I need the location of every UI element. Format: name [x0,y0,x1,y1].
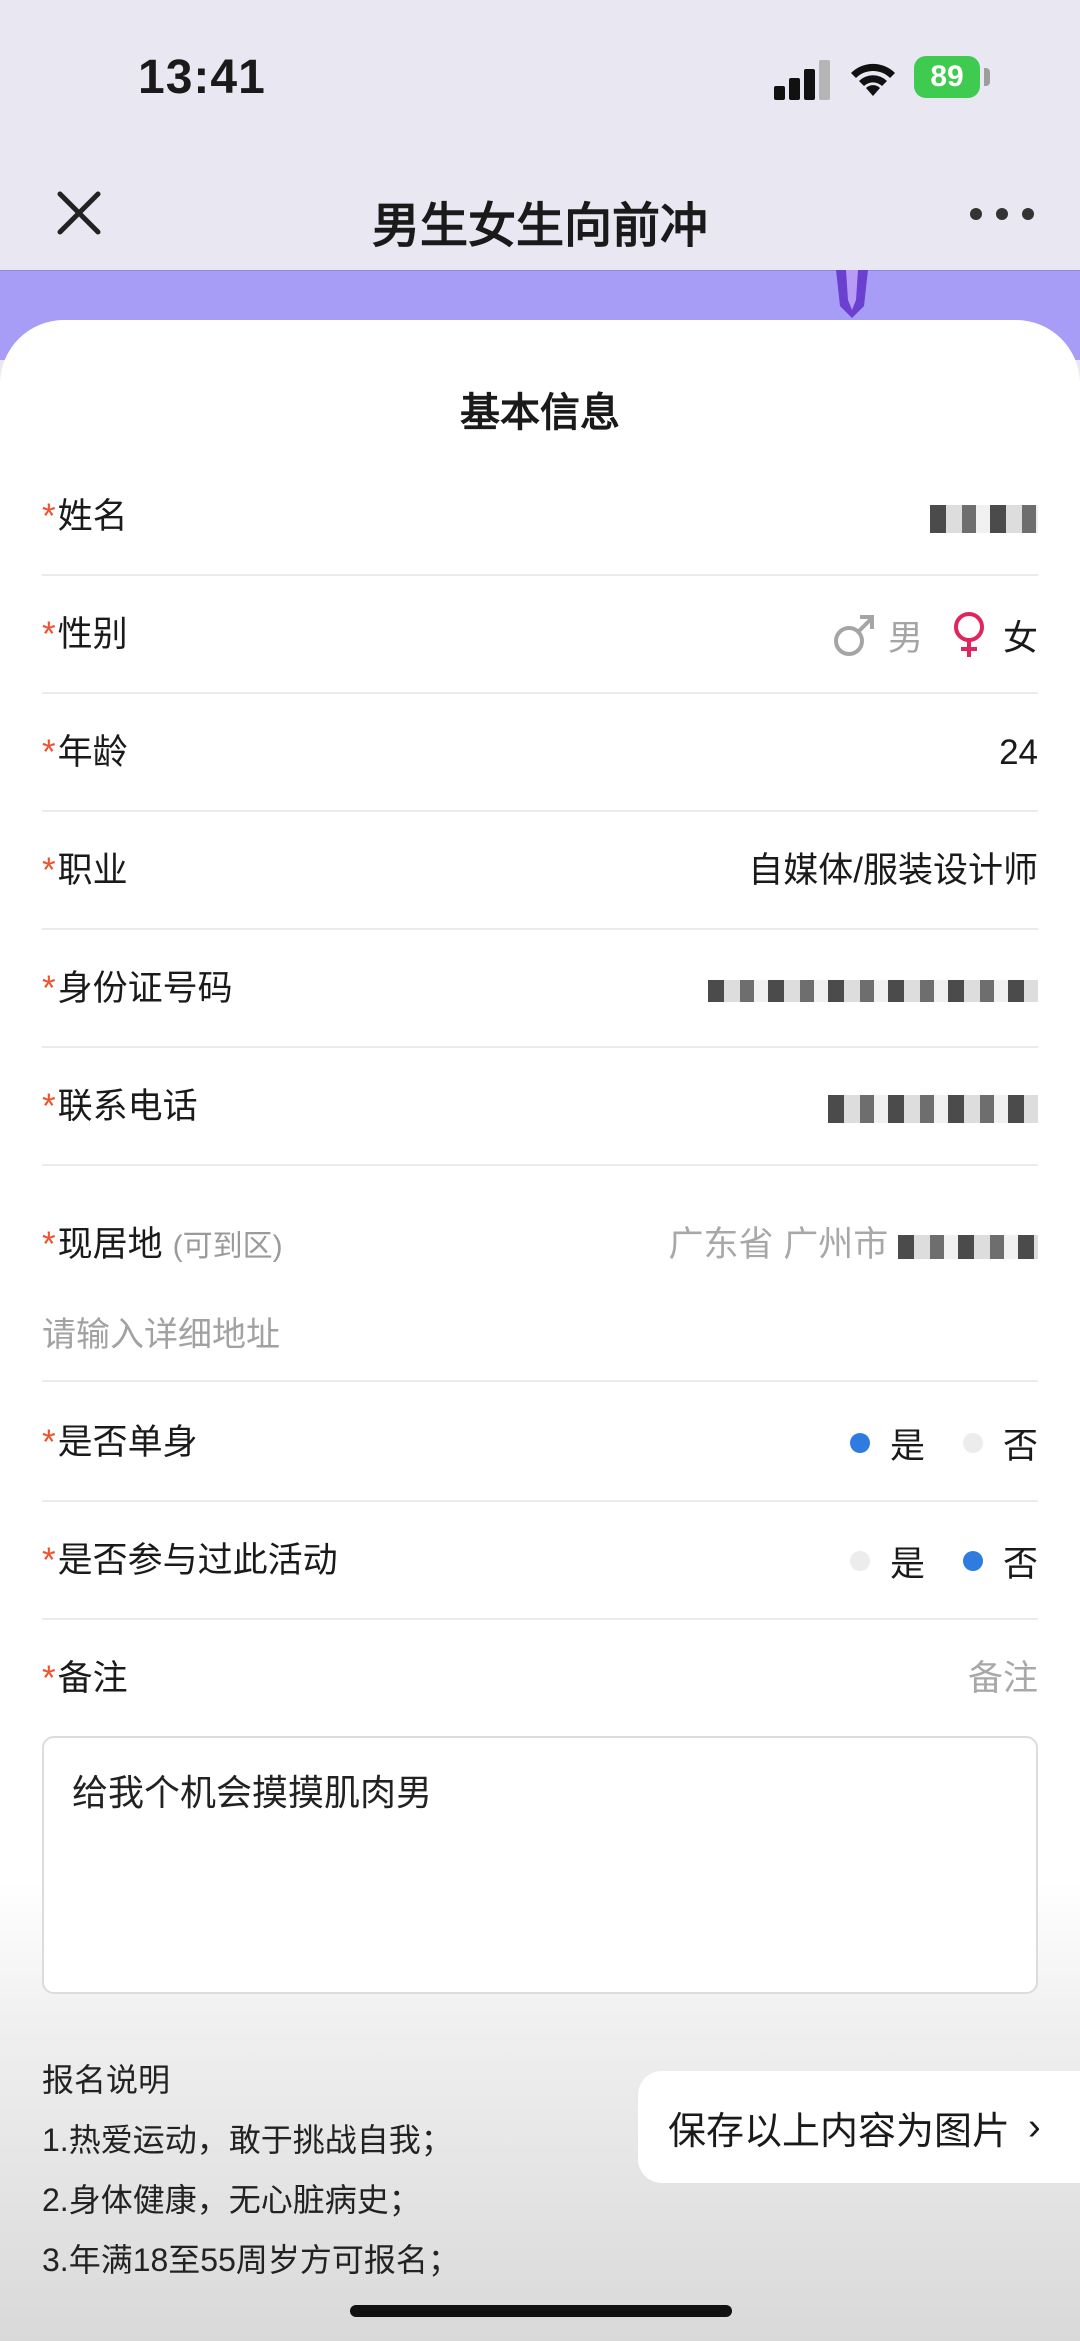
phone-value-redacted [828,1048,1038,1166]
battery-level: 89 [930,60,964,93]
battery-cap [984,68,990,86]
single-option-yes[interactable]: 是 [849,1418,925,1469]
save-as-image-label: 保存以上内容为图片 [668,2110,1011,2153]
age-value[interactable]: 24 [999,694,1038,812]
required-mark: * [42,497,56,536]
chevron-right-icon: › [1028,2105,1041,2148]
section-title: 基本信息 [460,391,620,435]
job-row[interactable]: *职业 自媒体/服装设计师 [42,812,1038,930]
radio-dot[interactable] [849,1551,870,1571]
job-label: *职业 [42,851,128,890]
phone-label: *联系电话 [42,1087,198,1126]
remark-placeholder: 备注 [967,1659,1038,1698]
radio-dot-selected[interactable] [849,1433,870,1453]
gender-selector: 男 女 [832,576,1038,694]
gender-label: *性别 [42,615,128,654]
name-row[interactable]: *姓名 [42,458,1038,576]
gender-option-male[interactable]: 男 [888,610,923,661]
age-row[interactable]: *年龄 24 [42,694,1038,812]
battery-icon: 89 [914,56,980,98]
id-number-value-redacted [708,930,1038,1048]
address-region-value: 广东省 广州市 [668,1225,889,1264]
male-symbol-icon[interactable] [832,611,876,659]
single-row: *是否单身 是 否 [42,1384,1038,1502]
joined-before-label: *是否参与过此活动 [42,1541,338,1580]
cellular-signal-icon [774,58,830,100]
age-label: *年龄 [42,733,128,772]
address-detail-input[interactable] [42,1310,1038,1360]
radio-dot-selected[interactable] [962,1551,983,1571]
single-radio-group: 是 否 [849,1384,1038,1502]
notes-title: 报名说明 [42,2062,171,2098]
name-label: *姓名 [42,497,128,536]
radio-dot[interactable] [962,1433,983,1453]
phone-row[interactable]: *联系电话 [42,1048,1038,1166]
gem-ornament-icon [836,270,868,318]
name-value-redacted [930,458,1038,576]
remark-label: *备注 [42,1659,128,1698]
gender-option-female[interactable]: 女 [1003,610,1038,661]
address-region-picker[interactable]: 广东省 广州市 [669,1186,1038,1304]
address-label: *现居地 (可到区) [42,1225,283,1264]
notes-item: 3.年满18至55周岁方可报名； [42,2242,460,2278]
single-option-no[interactable]: 否 [962,1418,1038,1469]
page-title: 男生女生向前冲 [371,200,708,253]
notes-item: 1.热爱运动，敢于挑战自我； [42,2122,453,2158]
gender-row: *性别 男 女 [42,576,1038,694]
female-symbol-icon[interactable] [947,611,991,659]
save-as-image-button[interactable]: 保存以上内容为图片 › [638,2071,1080,2183]
id-number-row[interactable]: *身份证号码 [42,930,1038,1048]
registration-notes: 报名说明 1.热爱运动，敢于挑战自我； 2.身体健康，无心脏病史； 3.年满18… [42,2050,460,2290]
id-number-label: *身份证号码 [42,969,233,1008]
joined-before-option-yes[interactable]: 是 [849,1536,925,1587]
joined-before-row: *是否参与过此活动 是 否 [42,1502,1038,1620]
more-options-icon[interactable] [970,194,1034,234]
joined-before-radio-group: 是 否 [849,1502,1038,1620]
form-card: 基本信息 *姓名 *性别 男 女 *年龄 24 *职业 自媒体/服装设计师 *身… [0,320,1080,2341]
status-time: 13:41 [138,51,266,104]
home-indicator[interactable] [350,2305,732,2317]
wifi-icon [851,63,895,96]
remark-textarea[interactable]: 给我个机会摸摸肌肉男 [42,1736,1038,1994]
address-row: *现居地 (可到区) 广东省 广州市 [42,1186,1038,1382]
nav-bar: 男生女生向前冲 [0,160,1080,270]
single-label: *是否单身 [42,1423,198,1462]
job-value[interactable]: 自媒体/服装设计师 [748,812,1038,930]
address-hint: (可到区) [172,1230,283,1263]
joined-before-option-no[interactable]: 否 [962,1536,1038,1587]
remark-row: *备注 备注 [42,1620,1038,1738]
notes-item: 2.身体健康，无心脏病史； [42,2182,421,2218]
status-bar: 13:41 89 [0,0,1080,160]
